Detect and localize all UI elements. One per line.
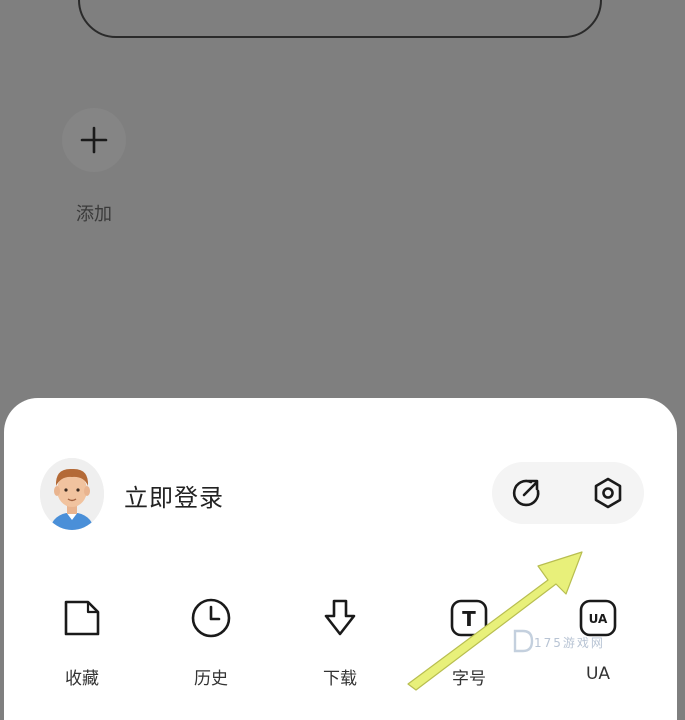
font-size-icon: T: [450, 599, 488, 637]
bottom-menu-sheet: 立即登录 收藏 历史 下载 T 字号 UA UA 175游戏网: [4, 398, 677, 720]
menu-item-history[interactable]: 历史: [171, 594, 251, 689]
download-arrow-icon: [324, 599, 356, 636]
watermark-text: 175游戏网: [534, 636, 605, 650]
add-label: 添加: [76, 204, 112, 225]
add-circle[interactable]: [62, 108, 126, 172]
menu-item-downloads[interactable]: 下载: [300, 594, 380, 689]
user-avatar-icon: [40, 458, 104, 530]
settings-button[interactable]: [588, 473, 628, 513]
menu-item-favorites[interactable]: 收藏: [42, 594, 122, 689]
menu-label: 收藏: [65, 669, 99, 689]
login-link[interactable]: 立即登录: [124, 478, 224, 513]
share-button[interactable]: [506, 473, 546, 513]
font-badge-text: T: [462, 607, 476, 631]
clock-icon: [191, 598, 231, 638]
plus-icon: [80, 126, 108, 154]
menu-label: 字号: [452, 669, 486, 689]
menu-label: UA: [585, 664, 611, 684]
quick-actions: [492, 462, 644, 524]
ua-badge-text: UA: [589, 612, 608, 626]
folder-icon: [64, 600, 100, 636]
share-icon: [512, 479, 540, 507]
menu-item-font-size[interactable]: T 字号: [429, 594, 509, 689]
watermark-logo-icon: [513, 629, 534, 653]
settings-hexagon-icon: [594, 477, 622, 509]
search-bar: [78, 0, 602, 38]
add-shortcut[interactable]: 添加: [62, 108, 126, 226]
avatar[interactable]: [40, 458, 104, 530]
menu-label: 下载: [323, 669, 357, 689]
menu-label: 历史: [194, 669, 228, 689]
